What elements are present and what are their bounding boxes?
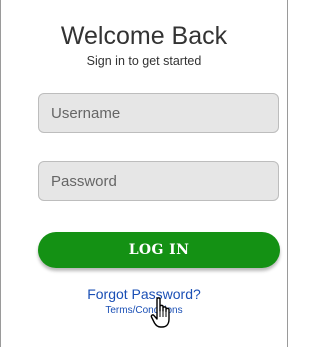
page-title: Welcome Back — [60, 22, 228, 50]
password-input[interactable] — [38, 161, 279, 201]
login-card: Welcome Back Sign in to get started LOG … — [0, 0, 288, 347]
username-input[interactable] — [38, 93, 279, 133]
login-button[interactable]: LOG IN — [38, 232, 280, 268]
page-subtitle: Sign in to get started — [86, 54, 202, 68]
terms-conditions-link[interactable]: Terms/Conditions — [1, 306, 287, 316]
forgot-password-link[interactable]: Forgot Password? — [1, 287, 287, 301]
